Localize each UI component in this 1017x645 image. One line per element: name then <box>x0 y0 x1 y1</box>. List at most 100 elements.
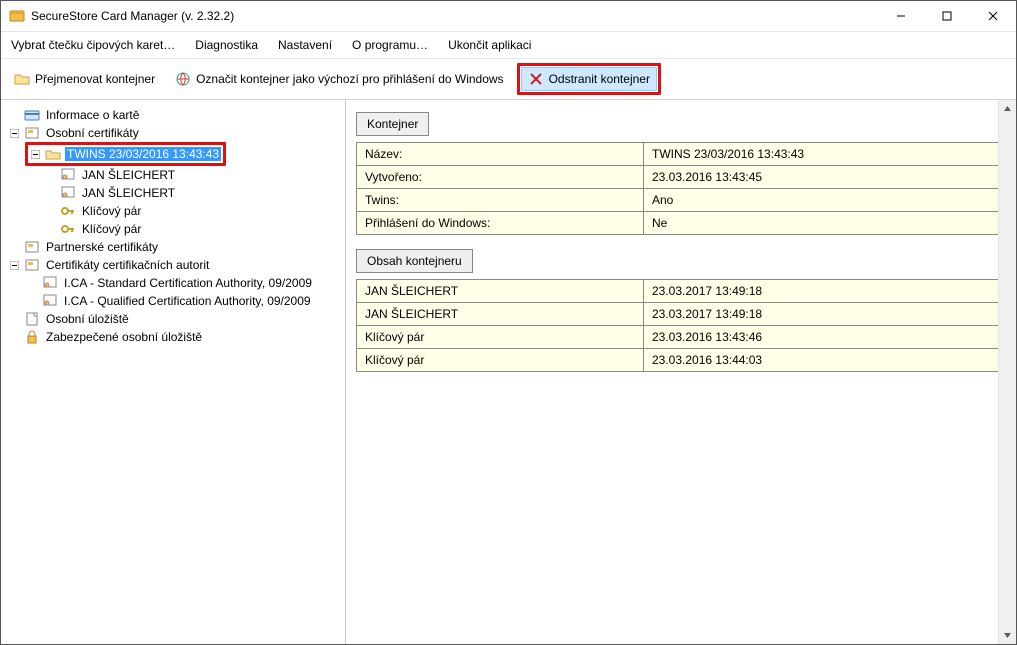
prop-winlogon-label: Přihlášení do Windows: <box>357 212 644 235</box>
table-row: Twins:Ano <box>357 189 1002 212</box>
tree-personal-store-label: Osobní úložiště <box>44 312 131 326</box>
collapse-icon[interactable] <box>30 149 41 160</box>
mark-default-label: Označit kontejner jako výchozí pro přihl… <box>196 72 503 86</box>
tree-secure-store[interactable]: Zabezpečené osobní úložiště <box>7 328 341 346</box>
prop-twins-value: Ano <box>644 189 1002 212</box>
content-date: 23.03.2017 13:49:18 <box>644 280 1002 303</box>
tree-cert-jan-2-label: JAN ŠLEICHERT <box>80 186 177 200</box>
tree-keypair-2-label: Klíčový pár <box>80 222 143 236</box>
titlebar: SecureStore Card Manager (v. 2.32.2) <box>1 1 1016 31</box>
content-header: Obsah kontejneru <box>356 249 473 273</box>
cert-folder-icon <box>24 125 40 141</box>
folder-icon <box>14 71 30 87</box>
tree-personal-store[interactable]: Osobní úložiště <box>7 310 341 328</box>
maximize-button[interactable] <box>924 1 970 31</box>
key-icon <box>60 221 76 237</box>
lock-icon <box>24 329 40 345</box>
key-icon <box>60 203 76 219</box>
tree-twins-label: TWINS 23/03/2016 13:43:43 <box>65 147 221 161</box>
menu-about[interactable]: O programu… <box>350 36 430 54</box>
prop-created-label: Vytvořeno: <box>357 166 644 189</box>
table-row: Název:TWINS 23/03/2016 13:43:43 <box>357 143 1002 166</box>
tree-ica-qualified-label: I.CA - Qualified Certification Authority… <box>62 294 313 308</box>
collapse-icon[interactable] <box>9 260 20 271</box>
toolbar: Přejmenovat kontejner Označit kontejner … <box>1 58 1016 100</box>
content-name: JAN ŠLEICHERT <box>357 303 644 326</box>
spacer <box>9 110 20 121</box>
close-button[interactable] <box>970 1 1016 31</box>
certificate-icon <box>60 167 76 183</box>
body: Informace o kartě Osobní certifikáty <box>1 100 1016 644</box>
tree-cert-jan-1-label: JAN ŠLEICHERT <box>80 168 177 182</box>
certificate-icon <box>42 275 58 291</box>
table-row: Vytvořeno:23.03.2016 13:43:45 <box>357 166 1002 189</box>
menubar: Vybrat čtečku čipových karet… Diagnostik… <box>1 31 1016 58</box>
certificate-icon <box>42 293 58 309</box>
menu-diagnostics[interactable]: Diagnostika <box>193 36 260 54</box>
scrollbar[interactable] <box>998 100 1016 644</box>
cert-folder-icon <box>24 239 40 255</box>
certificate-icon <box>60 185 76 201</box>
tree-panel: Informace o kartě Osobní certifikáty <box>1 100 346 644</box>
tree-ica-standard-label: I.CA - Standard Certification Authority,… <box>62 276 314 290</box>
delete-container-button[interactable]: Odstranit kontejner <box>521 67 657 91</box>
tree-cert-jan-2[interactable]: JAN ŠLEICHERT <box>43 184 341 202</box>
page-icon <box>24 311 40 327</box>
tree-partner-certs-label: Partnerské certifikáty <box>44 240 160 254</box>
tree-ica-qualified[interactable]: I.CA - Qualified Certification Authority… <box>25 292 341 310</box>
menu-settings[interactable]: Nastavení <box>276 36 334 54</box>
prop-created-value: 23.03.2016 13:43:45 <box>644 166 1002 189</box>
prop-winlogon-value: Ne <box>644 212 1002 235</box>
selected-highlight: TWINS 23/03/2016 13:43:43 <box>25 142 226 166</box>
menu-select-reader[interactable]: Vybrat čtečku čipových karet… <box>9 36 177 54</box>
table-row: Přihlášení do Windows:Ne <box>357 212 1002 235</box>
tree-partner-certs[interactable]: Partnerské certifikáty <box>7 238 341 256</box>
content-date: 23.03.2016 13:43:46 <box>644 326 1002 349</box>
table-row: Klíčový pár23.03.2016 13:44:03 <box>357 349 1002 372</box>
collapse-icon[interactable] <box>9 128 20 139</box>
tree-card-info[interactable]: Informace o kartě <box>7 106 341 124</box>
delete-container-label: Odstranit kontejner <box>549 72 650 86</box>
prop-name-value: TWINS 23/03/2016 13:43:43 <box>644 143 1002 166</box>
rename-container-button[interactable]: Přejmenovat kontejner <box>7 67 162 91</box>
menu-quit[interactable]: Ukončit aplikaci <box>446 36 533 54</box>
scroll-down-icon[interactable] <box>999 627 1016 644</box>
card-icon <box>24 107 40 123</box>
content-name: JAN ŠLEICHERT <box>357 280 644 303</box>
globe-icon <box>175 71 191 87</box>
content-name: Klíčový pár <box>357 349 644 372</box>
table-row: JAN ŠLEICHERT23.03.2017 13:49:18 <box>357 303 1002 326</box>
tree-ica-standard[interactable]: I.CA - Standard Certification Authority,… <box>25 274 341 292</box>
content-name: Klíčový pár <box>357 326 644 349</box>
container-content-table: JAN ŠLEICHERT23.03.2017 13:49:18 JAN ŠLE… <box>356 279 1002 372</box>
tree-personal-certs[interactable]: Osobní certifikáty <box>7 124 341 142</box>
tree-keypair-1[interactable]: Klíčový pár <box>43 202 341 220</box>
container-header: Kontejner <box>356 112 429 136</box>
tree-personal-certs-label: Osobní certifikáty <box>44 126 141 140</box>
mark-default-button[interactable]: Označit kontejner jako výchozí pro přihl… <box>168 67 510 91</box>
tree-ca-certs-label: Certifikáty certifikačních autorit <box>44 258 211 272</box>
tree-keypair-1-label: Klíčový pár <box>80 204 143 218</box>
table-row: Klíčový pár23.03.2016 13:43:46 <box>357 326 1002 349</box>
tree-twins-container[interactable]: TWINS 23/03/2016 13:43:43 <box>28 145 223 163</box>
prop-twins-label: Twins: <box>357 189 644 212</box>
content-date: 23.03.2016 13:44:03 <box>644 349 1002 372</box>
tree-card-info-label: Informace o kartě <box>44 108 141 122</box>
window-buttons <box>878 1 1016 31</box>
container-props-table: Název:TWINS 23/03/2016 13:43:43 Vytvořen… <box>356 142 1002 235</box>
scroll-up-icon[interactable] <box>999 100 1016 117</box>
delete-icon <box>528 71 544 87</box>
rename-container-label: Přejmenovat kontejner <box>35 72 155 86</box>
tree-cert-jan-1[interactable]: JAN ŠLEICHERT <box>43 166 341 184</box>
container-icon <box>45 146 61 162</box>
app-window: SecureStore Card Manager (v. 2.32.2) Vyb… <box>0 0 1017 645</box>
window-title: SecureStore Card Manager (v. 2.32.2) <box>31 9 878 23</box>
tree-ca-certs[interactable]: Certifikáty certifikačních autorit <box>7 256 341 274</box>
tree-keypair-2[interactable]: Klíčový pár <box>43 220 341 238</box>
table-row: JAN ŠLEICHERT23.03.2017 13:49:18 <box>357 280 1002 303</box>
prop-name-label: Název: <box>357 143 644 166</box>
delete-highlight: Odstranit kontejner <box>517 63 661 95</box>
minimize-button[interactable] <box>878 1 924 31</box>
content-date: 23.03.2017 13:49:18 <box>644 303 1002 326</box>
app-icon <box>9 8 25 24</box>
